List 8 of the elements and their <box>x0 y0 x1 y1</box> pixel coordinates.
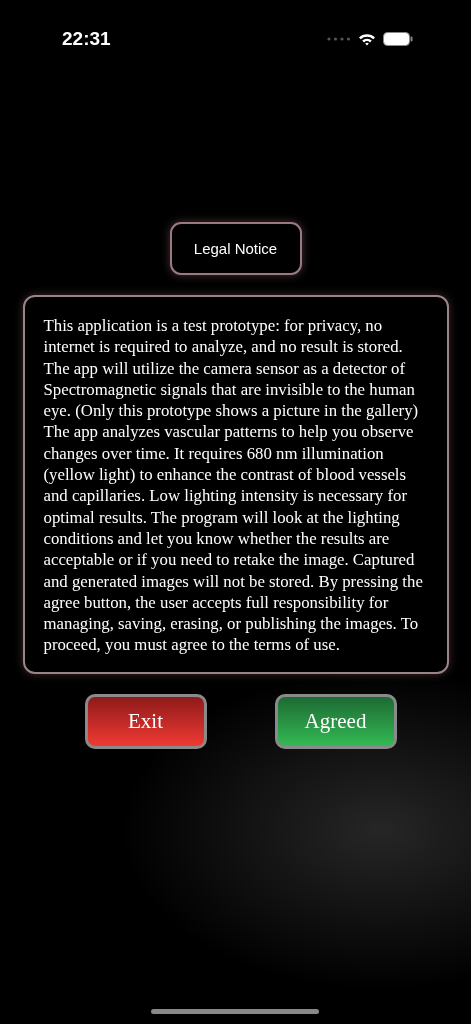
status-time: 22:31 <box>62 28 111 50</box>
agree-button[interactable]: Agreed <box>274 693 397 749</box>
wifi-icon <box>358 32 376 46</box>
notice-text: This application is a test prototype: for privacy, no internet is required to analyze, and no result is stored. The app will utilize the camera sensor as a detector of Spectromagnetic signals that are invisible to the human eye. (Only this prototype shows a picture in the gallery) The app analyzes vascular patterns to help you observe changes over time. It requires 680 nm illumination (yellow light) to enhance the contrast of blood vessels and capillaries. Low lighting intensity is necessary for optimal results. The program will look at the lighting conditions and let you know whether the results are acceptable or if you need to retake the image. Captured and generated images will not be stored. By pressing the agree button, the user accepts full responsibility for managing, saving, erasing, or publishing the images. To proceed, you must agree to the terms of use. <box>43 315 424 656</box>
battery-icon <box>383 32 413 46</box>
signal-icon <box>327 37 351 41</box>
legal-notice-title: Legal Notice <box>169 222 302 275</box>
exit-button[interactable]: Exit <box>84 693 207 749</box>
